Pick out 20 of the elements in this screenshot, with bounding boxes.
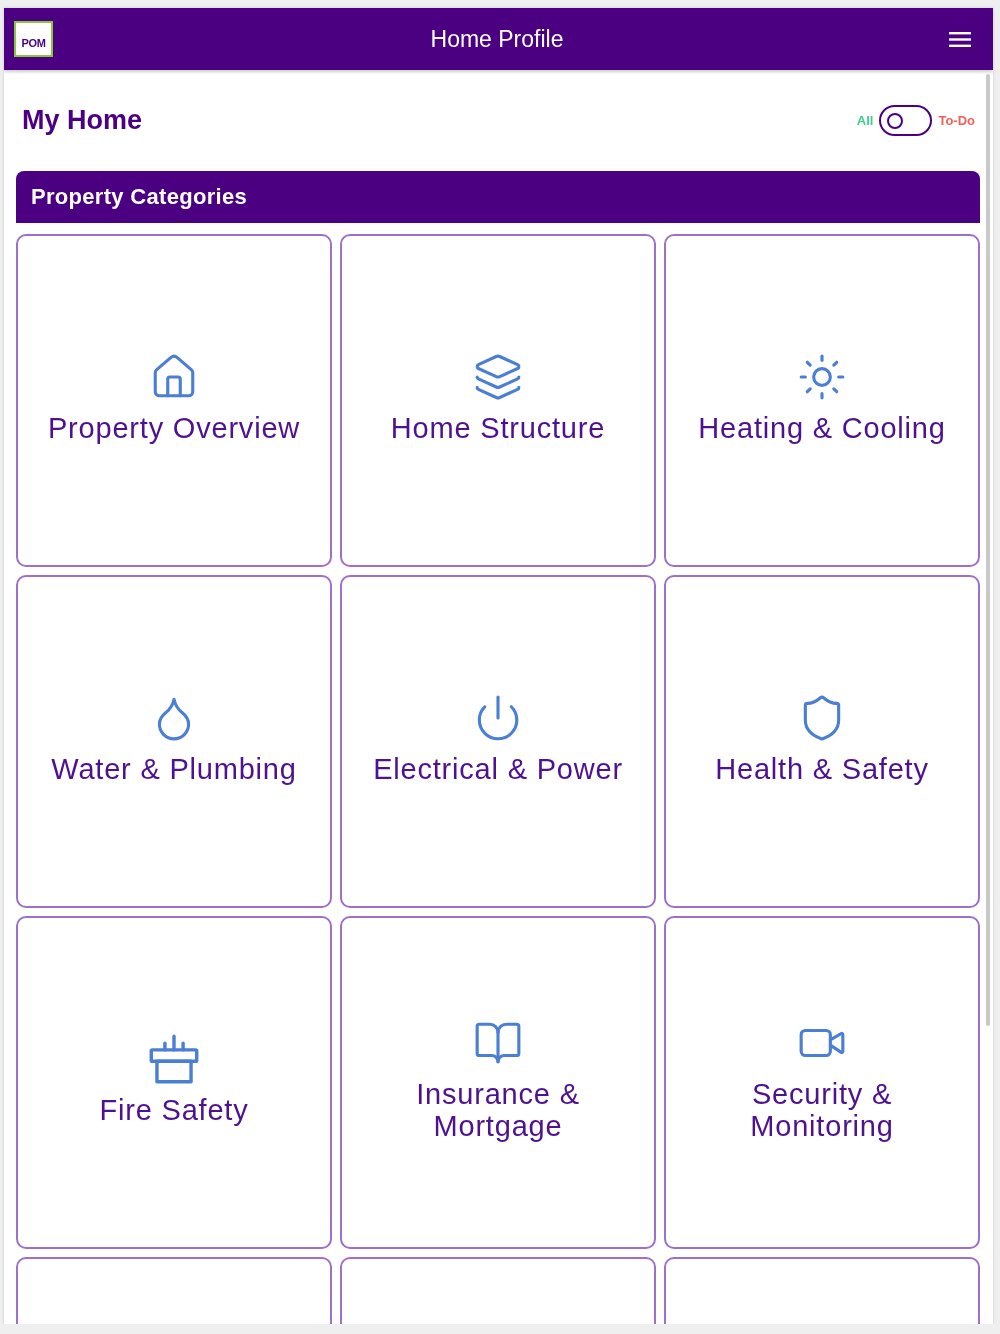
header-title: Home Profile [429, 25, 565, 53]
menu-icon[interactable] [949, 31, 971, 47]
category-card[interactable]: Home Structure [340, 234, 656, 567]
category-card[interactable]: Fire Safety [16, 916, 332, 1249]
category-card[interactable]: Security & Monitoring [664, 916, 980, 1249]
toggle-switch[interactable] [879, 105, 933, 136]
category-card[interactable]: Electrical & Power [340, 575, 656, 908]
scrollbar[interactable] [985, 74, 990, 1026]
category-card[interactable]: Health & Safety [664, 575, 980, 908]
section-title: Property Categories [31, 184, 247, 210]
category-card[interactable]: Heating & Cooling [664, 234, 980, 567]
category-card[interactable]: Property Overview [16, 234, 332, 567]
category-card[interactable]: Water & Plumbing [16, 575, 332, 908]
toggle-label: To-Do [938, 113, 975, 128]
cake-icon [149, 1033, 199, 1084]
logo: POM [14, 21, 53, 57]
page-title: My Home [22, 105, 143, 136]
category-card[interactable]: Insurance & Mortgage [340, 916, 656, 1249]
toggle-label: All [856, 113, 874, 128]
toggle-knob[interactable] [887, 112, 904, 129]
